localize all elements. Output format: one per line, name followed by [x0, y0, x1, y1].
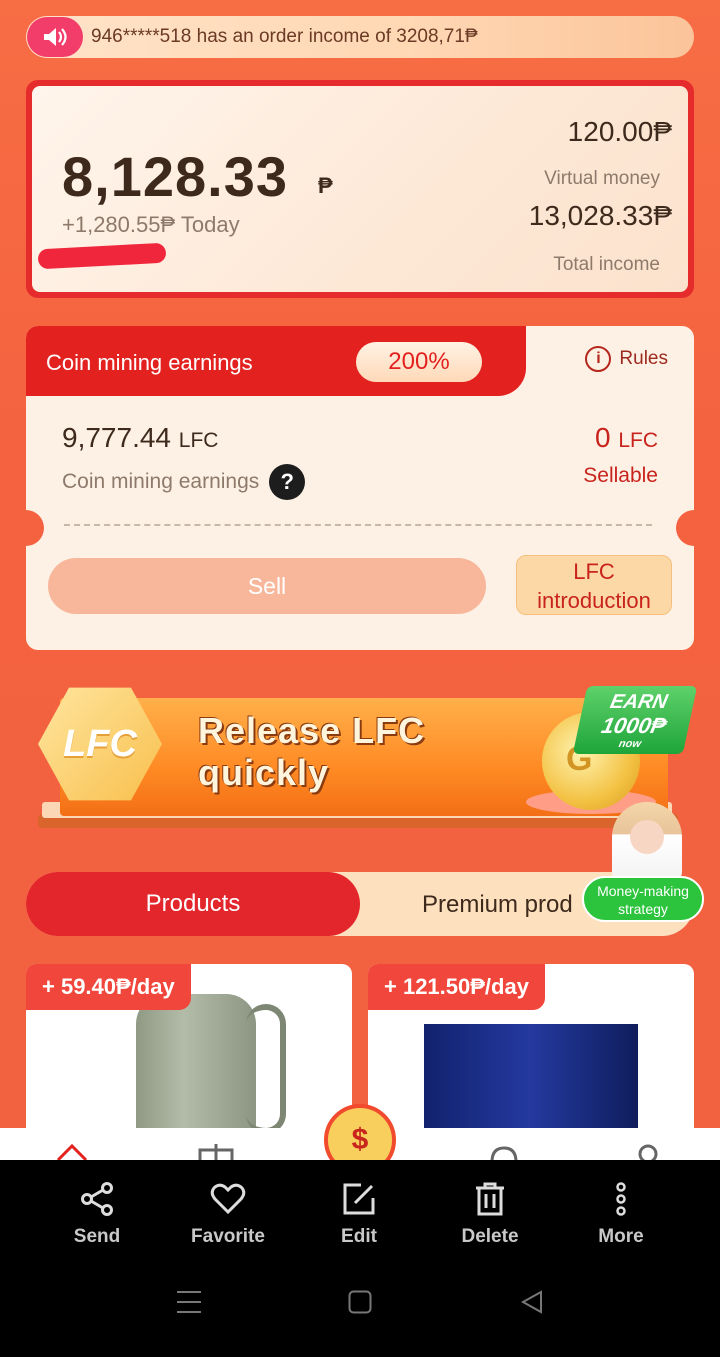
recent-apps-icon[interactable] — [176, 1290, 202, 1314]
woman-avatar — [612, 802, 682, 882]
speaker-icon — [27, 17, 83, 57]
total-income-label: Total income — [553, 254, 660, 275]
lfc-introduction-button[interactable]: LFC introduction — [516, 555, 672, 615]
more-vertical-icon — [616, 1182, 626, 1216]
sellable-value: 0 LFC — [594, 422, 658, 453]
sellable-label: Sellable — [583, 464, 658, 487]
heart-icon — [210, 1183, 246, 1215]
app-screen: 946*****518 has an order income of 3208,… — [0, 0, 720, 1160]
daily-income-tag: + 59.40₱/day — [26, 964, 191, 1010]
tab-premium-products[interactable]: Premium prod — [422, 891, 573, 919]
sell-button[interactable]: Sell — [48, 558, 486, 614]
favorite-button[interactable]: Favorite — [173, 1182, 283, 1248]
home-button-icon[interactable] — [348, 1290, 372, 1314]
income-ticker: 946*****518 has an order income of 3208,… — [26, 16, 694, 58]
tab-products[interactable]: Products — [26, 872, 360, 936]
delete-button[interactable]: Delete — [435, 1182, 545, 1248]
balance-card: 8,128.33 ₱ +1,280.55₱ Today 120.00₱ Virt… — [26, 80, 694, 298]
mining-header: Coin mining earnings 200% — [26, 326, 526, 396]
daily-income-tag: + 121.50₱/day — [368, 964, 545, 1010]
mining-title: Coin mining earnings — [46, 350, 253, 375]
balance-currency: ₱ — [318, 173, 333, 198]
bottle-strap — [246, 1004, 286, 1134]
system-navigation-bar — [0, 1250, 720, 1357]
main-balance: 8,128.33 — [62, 145, 288, 208]
coin-earnings-label: Coin mining earnings ? — [62, 464, 306, 500]
ticker-message: 946*****518 has an order income of 3208,… — [91, 26, 478, 47]
virtual-money-label: Virtual money — [544, 168, 660, 189]
red-scribble-mark — [37, 242, 167, 270]
coin-earnings-value: 9,777.44 LFC — [62, 422, 219, 453]
earn-badge: EARN 1000₱ now — [572, 686, 698, 754]
share-icon — [81, 1182, 113, 1216]
money-making-label: Money-making strategy — [582, 876, 704, 922]
home-icon[interactable] — [56, 1142, 88, 1160]
team-icon[interactable] — [488, 1142, 520, 1160]
ticket-notch-right — [676, 510, 694, 546]
divider — [64, 524, 652, 526]
ticket-notch-left — [26, 510, 44, 546]
send-button[interactable]: Send — [42, 1182, 152, 1248]
more-button[interactable]: More — [566, 1182, 676, 1248]
mining-rate-badge: 200% — [356, 342, 482, 382]
help-icon[interactable]: ? — [269, 464, 306, 500]
coin-mining-card: Coin mining earnings 200% i Rules 9,777.… — [26, 326, 694, 650]
edit-button[interactable]: Edit — [304, 1182, 414, 1248]
trash-icon — [476, 1182, 504, 1216]
virtual-money-value: 120.00₱ — [567, 116, 672, 147]
rules-link[interactable]: i Rules — [585, 346, 668, 372]
back-icon[interactable] — [520, 1290, 544, 1314]
gift-icon[interactable] — [198, 1144, 234, 1160]
profile-icon[interactable] — [636, 1142, 660, 1160]
total-income-value: 13,028.33₱ — [528, 200, 672, 231]
rules-label: Rules — [619, 348, 668, 369]
info-icon: i — [585, 346, 612, 372]
money-making-strategy-button[interactable]: Money-making strategy — [578, 802, 708, 932]
banner-headline: Release LFC quickly — [198, 710, 426, 793]
edit-icon — [343, 1183, 375, 1215]
today-earnings: +1,280.55₱ Today — [62, 212, 240, 237]
